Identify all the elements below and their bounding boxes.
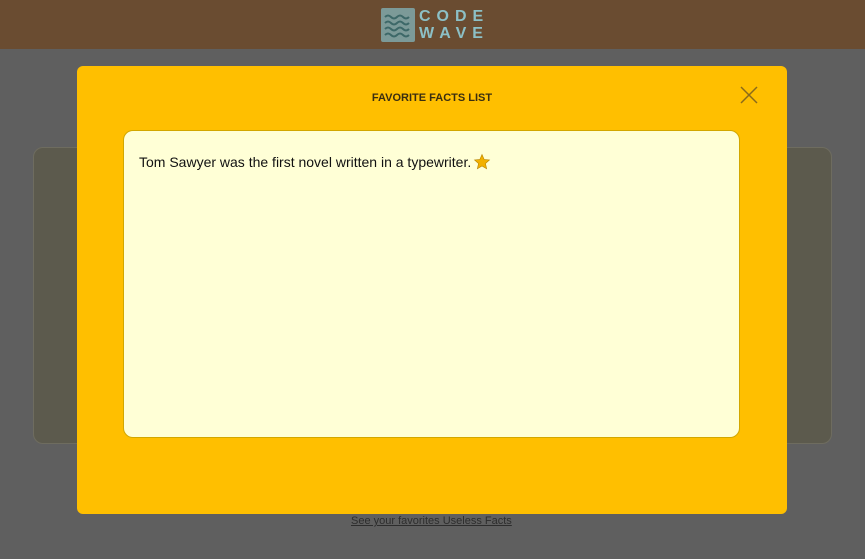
close-button[interactable] [739, 85, 759, 105]
modal-title: FAVORITE FACTS LIST [371, 92, 493, 104]
favorite-facts-modal: FAVORITE FACTS LIST Tom Sawyer was the f… [77, 66, 787, 514]
favorite-facts-list: Tom Sawyer was the first novel written i… [123, 130, 740, 438]
logo-line-2: WAVE [419, 25, 489, 42]
close-icon [740, 86, 758, 104]
fact-text: Tom Sawyer was the first novel written i… [139, 154, 472, 170]
list-item: Tom Sawyer was the first novel written i… [139, 153, 491, 171]
logo-wordmark: CODE WAVE [419, 8, 489, 42]
top-navigation-bar: CODE WAVE [0, 0, 865, 49]
star-icon[interactable] [473, 153, 491, 171]
wave-icon [381, 8, 415, 42]
logo-line-1: CODE [419, 8, 490, 25]
code-wave-logo[interactable]: CODE WAVE [381, 7, 489, 43]
